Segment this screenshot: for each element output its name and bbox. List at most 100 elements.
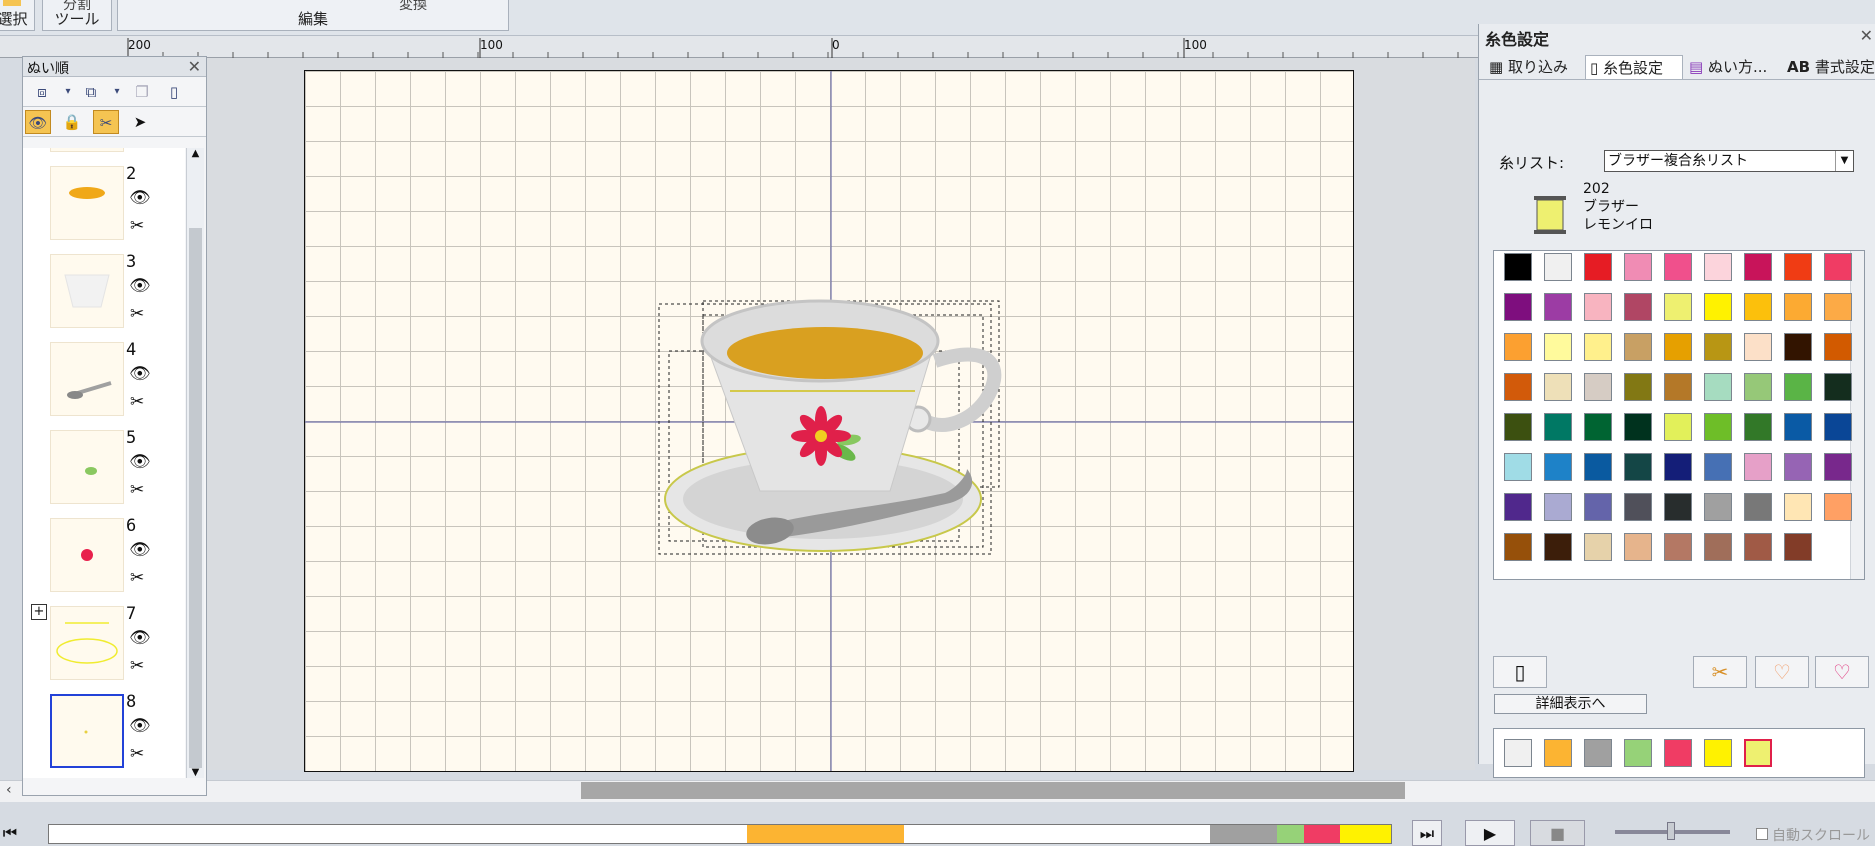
color-swatch[interactable] [1504,533,1532,561]
ribbon-group-edit[interactable]: 変換 編集 [117,0,509,31]
used-colors-list[interactable] [1493,728,1865,778]
scissors-icon[interactable]: ✂ [130,656,144,676]
tab-format[interactable]: AB 書式設定 [1783,55,1875,79]
pointer-icon[interactable]: ➤ [127,110,153,134]
color-swatch[interactable] [1784,373,1812,401]
color-swatch[interactable] [1704,453,1732,481]
eye-icon[interactable]: 👁 [129,276,151,296]
tab-import[interactable]: ▦ 取り込み [1485,55,1581,79]
ribbon-group-select[interactable]: 選択 [0,0,35,31]
list-item[interactable]: 8 👁 ✂ [23,688,185,776]
color-swatch[interactable] [1544,373,1572,401]
color-swatch[interactable] [1504,453,1532,481]
eye-icon[interactable]: 👁 [129,364,151,384]
color-swatch[interactable] [1544,413,1572,441]
color-swatch[interactable] [1584,253,1612,281]
color-swatch[interactable] [1704,253,1732,281]
eye-icon[interactable]: 👁 [129,188,151,208]
color-swatch[interactable] [1624,293,1652,321]
color-swatch[interactable] [1584,373,1612,401]
color-swatch[interactable] [1624,453,1652,481]
color-swatch[interactable] [1704,333,1732,361]
color-swatch[interactable] [1544,493,1572,521]
tab-sew-type[interactable]: ▤ ぬい方... [1685,55,1781,79]
scroll-down-icon[interactable]: ▼ [187,767,204,778]
color-swatch[interactable] [1744,533,1772,561]
color-swatch[interactable] [1504,333,1532,361]
stop-icon[interactable]: ■ [1530,820,1585,846]
group-icon[interactable]: ⧉ [78,80,104,104]
scroll-left-icon[interactable]: ‹ [6,782,12,798]
color-swatch[interactable] [1584,333,1612,361]
auto-scroll-checkbox[interactable] [1756,828,1768,840]
color-swatch[interactable] [1824,413,1852,441]
speed-slider[interactable] [1615,822,1730,840]
color-swatch[interactable] [1744,453,1772,481]
color-swatch[interactable] [1704,533,1732,561]
color-swatch[interactable] [1544,253,1572,281]
color-swatch[interactable] [1504,293,1532,321]
heart-outline-icon[interactable]: ♡ [1755,656,1809,688]
color-swatch[interactable] [1784,533,1812,561]
ribbon-group-tools[interactable]: 分割 ツール [42,0,112,31]
list-item[interactable]: + 7 👁 ✂ [23,600,185,688]
color-swatch[interactable] [1504,253,1532,281]
color-swatch[interactable] [1584,453,1612,481]
used-color-swatch[interactable] [1544,739,1572,767]
list-item[interactable]: 6 👁 ✂ [23,512,185,600]
color-swatch[interactable] [1744,333,1772,361]
eye-icon[interactable]: 👁 [129,452,151,472]
play-icon[interactable]: ▶ [1465,820,1515,846]
list-item[interactable]: 2 👁 ✂ [23,160,185,248]
color-swatch[interactable] [1824,333,1852,361]
color-swatch[interactable] [1824,493,1852,521]
design-canvas[interactable] [304,70,1354,772]
sew-order-scrollbar[interactable]: ▲ ▼ [186,148,204,778]
grid-scrollbar[interactable] [1850,251,1864,579]
color-swatch[interactable] [1584,493,1612,521]
lock-icon[interactable]: 🔒 [59,110,85,134]
color-swatch[interactable] [1584,293,1612,321]
color-swatch[interactable] [1784,453,1812,481]
color-swatch[interactable] [1664,413,1692,441]
color-swatch[interactable] [1704,493,1732,521]
used-color-swatch[interactable] [1704,739,1732,767]
list-item[interactable]: 4 👁 ✂ [23,336,185,424]
eye-icon[interactable]: 👁 [129,716,151,736]
skip-start-icon[interactable]: ⏮ [0,820,20,846]
eye-icon[interactable]: 👁 [25,110,51,134]
color-swatch[interactable] [1664,253,1692,281]
color-swatch[interactable] [1664,493,1692,521]
color-swatch[interactable] [1504,413,1532,441]
scissors-icon[interactable]: ✂ [130,392,144,412]
color-swatch[interactable] [1584,413,1612,441]
color-swatch[interactable] [1784,293,1812,321]
color-swatch[interactable] [1544,333,1572,361]
color-swatch[interactable] [1784,413,1812,441]
color-swatch[interactable] [1824,293,1852,321]
color-swatch[interactable] [1744,413,1772,441]
color-swatch[interactable] [1784,253,1812,281]
sew-order-list[interactable]: ✂ 2 👁 ✂ 3 👁 ✂ 4 👁 ✂ 5 👁 ✂ 6 [23,148,185,778]
color-swatch[interactable] [1544,533,1572,561]
tab-thread-color[interactable]: ▯ 糸色設定 [1585,55,1683,79]
color-swatch[interactable] [1824,373,1852,401]
color-swatch[interactable] [1584,533,1612,561]
close-icon[interactable]: ✕ [1860,26,1873,45]
color-swatch[interactable] [1504,493,1532,521]
heart-icon[interactable]: ♡ [1815,656,1869,688]
used-color-swatch[interactable] [1584,739,1612,767]
used-color-swatch[interactable] [1624,739,1652,767]
color-swatch[interactable] [1664,293,1692,321]
chevron-down-icon[interactable]: ▼ [1835,151,1853,171]
color-swatch[interactable] [1664,533,1692,561]
color-swatch[interactable] [1784,333,1812,361]
spool-icon[interactable]: ▯ [161,80,187,104]
color-swatch[interactable] [1504,373,1532,401]
used-color-swatch[interactable] [1744,739,1772,767]
color-swatch[interactable] [1744,373,1772,401]
list-item[interactable]: 3 👁 ✂ [23,248,185,336]
merge-icon[interactable]: ❐ [129,80,155,104]
color-swatch[interactable] [1704,373,1732,401]
color-swatch[interactable] [1664,373,1692,401]
